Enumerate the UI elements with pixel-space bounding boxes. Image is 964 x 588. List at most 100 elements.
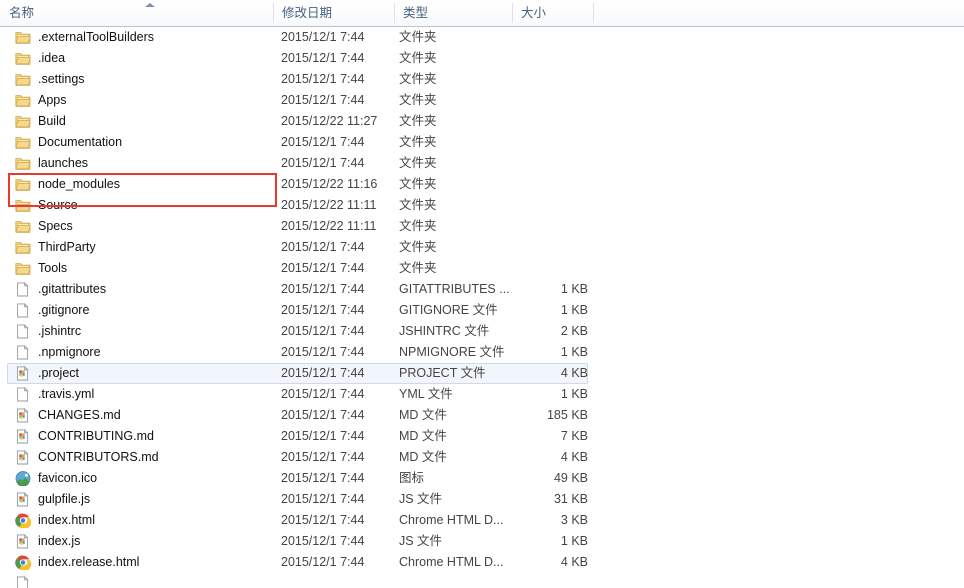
blank-file-icon: [15, 324, 31, 339]
cell-date-modified: 2015/12/1 7:44: [281, 156, 365, 170]
cell-file-name: Tools: [38, 261, 68, 275]
cell-file-type: JS 文件: [399, 534, 443, 548]
folder-icon: [15, 72, 31, 87]
file-list-row[interactable]: Tools 2015/12/1 7:44 文件夹: [0, 258, 964, 279]
text-editor-icon: [15, 450, 31, 465]
cell-file-name: index.release.html: [38, 555, 140, 569]
cell-date-modified: 2015/12/1 7:44: [281, 240, 365, 254]
cell-file-name: Build: [38, 114, 66, 128]
column-resize-handle-date[interactable]: [273, 3, 274, 23]
cell-file-name: favicon.ico: [38, 471, 98, 485]
cell-file-name: index.js: [38, 534, 81, 548]
cell-file-size: [505, 258, 588, 279]
column-header-type[interactable]: 类型: [394, 0, 512, 26]
cell-file-name: gulpfile.js: [38, 492, 91, 506]
file-list-row[interactable]: Build 2015/12/22 11:27 文件夹: [0, 111, 964, 132]
cell-file-name: CONTRIBUTING.md: [38, 429, 154, 443]
cell-file-type: YML 文件: [399, 387, 453, 401]
cell-file-type: PROJECT 文件: [399, 366, 486, 380]
cell-file-name: .settings: [38, 72, 85, 86]
column-resize-handle-type[interactable]: [394, 3, 395, 23]
cell-date-modified: 2015/12/22 11:27: [281, 114, 378, 128]
cell-file-size: 31 KB: [553, 492, 588, 506]
file-list-row[interactable]: [0, 573, 964, 588]
column-header-size[interactable]: 大小: [512, 0, 593, 26]
cell-file-type: 文件夹: [399, 114, 437, 128]
file-list-row[interactable]: .gitattributes 2015/12/1 7:44 GITATTRIBUTE…: [0, 279, 964, 300]
column-header-row: 名称 修改日期 类型 大小: [0, 0, 964, 27]
cell-date-modified: [281, 573, 393, 588]
file-list-row[interactable]: CONTRIBUTORS.md 2015/12/1 7:44 MD 文件 4 KB: [0, 447, 964, 468]
cell-file-size: [505, 174, 588, 195]
cell-file-type: 文件夹: [399, 93, 437, 107]
cell-file-name: .gitignore: [38, 303, 90, 317]
text-editor-icon: [15, 429, 31, 444]
file-list-row[interactable]: .npmignore 2015/12/1 7:44 NPMIGNORE 文件 1 KB: [0, 342, 964, 363]
cell-file-type: 文件夹: [399, 198, 437, 212]
folder-icon: [15, 51, 31, 66]
cell-file-type: 文件夹: [399, 219, 437, 233]
cell-file-type: 文件夹: [399, 135, 437, 149]
file-list[interactable]: .externalToolBuilders 2015/12/1 7:44 文件夹 .i…: [0, 27, 964, 588]
file-list-row[interactable]: Source 2015/12/22 11:11 文件夹: [0, 195, 964, 216]
folder-icon: [15, 219, 31, 234]
file-list-row[interactable]: Specs 2015/12/22 11:11 文件夹: [0, 216, 964, 237]
cell-date-modified: 2015/12/1 7:44: [281, 408, 365, 422]
file-list-row[interactable]: index.release.html 2015/12/1 7:44 Chrome H…: [0, 552, 964, 573]
cell-date-modified: 2015/12/1 7:44: [281, 492, 365, 506]
file-list-row[interactable]: Documentation 2015/12/1 7:44 文件夹: [0, 132, 964, 153]
column-resize-handle-end[interactable]: [593, 3, 594, 23]
column-resize-handle-size[interactable]: [512, 3, 513, 23]
cell-file-name: index.html: [38, 513, 95, 527]
cell-file-size: 4 KB: [560, 366, 588, 380]
cell-date-modified: 2015/12/1 7:44: [281, 387, 365, 401]
cell-file-type: MD 文件: [399, 408, 447, 422]
cell-file-name: CHANGES.md: [38, 408, 121, 422]
cell-date-modified: 2015/12/1 7:44: [281, 51, 365, 65]
cell-file-size: 3 KB: [560, 513, 588, 527]
column-header-name[interactable]: 名称: [0, 0, 273, 26]
file-list-row[interactable]: node_modules 2015/12/22 11:16 文件夹: [0, 174, 964, 195]
cell-file-type: JS 文件: [399, 492, 443, 506]
file-list-row[interactable]: .settings 2015/12/1 7:44 文件夹: [0, 69, 964, 90]
file-list-row[interactable]: launches 2015/12/1 7:44 文件夹: [0, 153, 964, 174]
chrome-icon: [15, 513, 31, 528]
cell-file-size: [505, 69, 588, 90]
file-list-row[interactable]: .project 2015/12/1 7:44 PROJECT 文件 4 KB: [0, 363, 964, 384]
cell-file-size: [505, 90, 588, 111]
cell-date-modified: 2015/12/1 7:44: [281, 429, 365, 443]
cell-file-type: MD 文件: [399, 429, 447, 443]
file-list-row[interactable]: .gitignore 2015/12/1 7:44 GITIGNORE 文件 1 KB: [0, 300, 964, 321]
cell-date-modified: 2015/12/1 7:44: [281, 555, 365, 569]
cell-file-size: [505, 237, 588, 258]
cell-file-type: 文件夹: [399, 72, 437, 86]
file-list-row[interactable]: Apps 2015/12/1 7:44 文件夹: [0, 90, 964, 111]
cell-file-type: 文件夹: [399, 177, 437, 191]
cell-file-name: .externalToolBuilders: [38, 30, 155, 44]
cell-date-modified: 2015/12/22 11:11: [281, 219, 377, 233]
sort-ascending-icon: [144, 3, 155, 7]
cell-date-modified: 2015/12/1 7:44: [281, 534, 365, 548]
file-list-row[interactable]: favicon.ico 2015/12/1 7:44 图标 49 KB: [0, 468, 964, 489]
column-header-date[interactable]: 修改日期: [273, 0, 394, 26]
cell-date-modified: 2015/12/22 11:11: [281, 198, 377, 212]
file-list-row[interactable]: index.js 2015/12/1 7:44 JS 文件 1 KB: [0, 531, 964, 552]
file-list-row[interactable]: ThirdParty 2015/12/1 7:44 文件夹: [0, 237, 964, 258]
file-list-row[interactable]: CHANGES.md 2015/12/1 7:44 MD 文件 185 KB: [0, 405, 964, 426]
cell-file-size: 4 KB: [560, 555, 588, 569]
cell-file-type: Chrome HTML D...: [399, 513, 504, 527]
file-list-row[interactable]: CONTRIBUTING.md 2015/12/1 7:44 MD 文件 7 KB: [0, 426, 964, 447]
cell-file-type: MD 文件: [399, 450, 447, 464]
file-list-row[interactable]: .jshintrc 2015/12/1 7:44 JSHINTRC 文件 2 KB: [0, 321, 964, 342]
image-icon: [15, 471, 31, 486]
file-list-row[interactable]: index.html 2015/12/1 7:44 Chrome HTML D...…: [0, 510, 964, 531]
cell-file-name: Apps: [38, 93, 67, 107]
cell-file-type: 文件夹: [399, 30, 437, 44]
folder-icon: [15, 240, 31, 255]
file-list-row[interactable]: .travis.yml 2015/12/1 7:44 YML 文件 1 KB: [0, 384, 964, 405]
cell-file-size: 1 KB: [560, 534, 588, 548]
cell-file-size: [505, 48, 588, 69]
file-list-row[interactable]: .idea 2015/12/1 7:44 文件夹: [0, 48, 964, 69]
file-list-row[interactable]: .externalToolBuilders 2015/12/1 7:44 文件夹: [0, 27, 964, 48]
file-list-row[interactable]: gulpfile.js 2015/12/1 7:44 JS 文件 31 KB: [0, 489, 964, 510]
